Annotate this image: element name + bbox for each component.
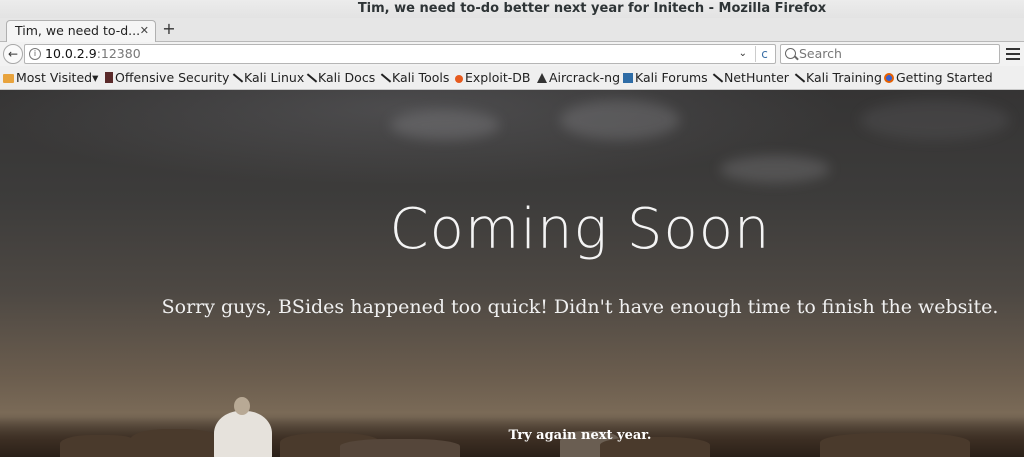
bookmark-kali-tools[interactable]: Kali Tools <box>380 66 449 90</box>
bookmark-label: Exploit-DB <box>465 70 531 85</box>
kali-dragon-icon <box>794 73 804 83</box>
bookmark-label: Kali Tools <box>392 70 450 85</box>
bookmark-exploit-db[interactable]: Exploit-DB <box>455 66 530 90</box>
page-subtext: Sorry guys, BSides happened too quick! D… <box>161 296 999 318</box>
forums-icon <box>623 73 633 83</box>
chevron-down-icon[interactable]: ⌄ <box>739 45 747 63</box>
kali-dragon-icon <box>380 73 390 83</box>
bookmark-label: Kali Training <box>806 70 882 85</box>
hamburger-menu-icon[interactable] <box>1006 48 1020 60</box>
background-cloud <box>560 100 680 140</box>
bookmark-kali-linux[interactable]: Kali Linux <box>232 66 304 90</box>
bookmark-aircrack-ng[interactable]: Aircrack-ng <box>537 66 620 90</box>
seated-figure-image <box>210 397 272 457</box>
bookmark-offensive-security[interactable]: Offensive Security <box>105 66 229 90</box>
exploit-db-icon <box>455 75 463 83</box>
background-cloud <box>860 100 1010 140</box>
bookmark-getting-started[interactable]: Getting Started <box>884 66 993 90</box>
page-footer-text: Try again next year. <box>508 428 652 443</box>
firefox-icon <box>884 73 894 83</box>
url-text[interactable]: 10.0.2.9:12380 <box>45 45 141 63</box>
bookmarks-toolbar: Most Visited▾ Offensive Security Kali Li… <box>0 66 1024 90</box>
background-cloud <box>720 155 830 183</box>
kali-dragon-icon <box>232 73 242 83</box>
offsec-icon <box>105 72 113 83</box>
search-icon <box>785 48 796 59</box>
aircrack-icon <box>537 73 547 83</box>
page-heading: Coming Soon <box>389 197 771 262</box>
close-tab-icon[interactable]: ✕ <box>140 21 149 41</box>
tab-label: Tim, we need to-d... <box>15 23 141 38</box>
bookmark-nethunter[interactable]: NetHunter <box>712 66 789 90</box>
bookmark-label: Aircrack-ng <box>549 70 621 85</box>
bookmark-label: Most Visited <box>16 70 93 85</box>
new-tab-button[interactable]: + <box>160 20 178 40</box>
url-host: 10.0.2.9 <box>45 46 97 61</box>
page-content: Coming Soon Sorry guys, BSides happened … <box>0 90 1024 457</box>
bookmark-label: Kali Docs <box>318 70 376 85</box>
tab-active[interactable]: Tim, we need to-d... ✕ <box>6 20 156 42</box>
search-placeholder: Search <box>799 46 842 61</box>
bookmark-label: Kali Linux <box>244 70 305 85</box>
bookmark-label: NetHunter <box>724 70 789 85</box>
back-button[interactable]: ← <box>3 44 23 64</box>
bookmark-kali-forums[interactable]: Kali Forums <box>623 66 708 90</box>
bookmark-label: Kali Forums <box>635 70 708 85</box>
bookmark-label: Offensive Security <box>115 70 230 85</box>
reload-icon[interactable]: c <box>755 46 773 62</box>
window-title: Tim, we need to-do better next year for … <box>0 0 1024 18</box>
tab-strip: Tim, we need to-d... ✕ + <box>0 18 1024 42</box>
info-icon[interactable]: i <box>29 48 41 60</box>
nav-bar: ← i 10.0.2.9:12380 ⌄ c Search <box>0 42 1024 66</box>
url-port: :12380 <box>96 46 141 61</box>
kali-dragon-icon <box>712 73 722 83</box>
bookmark-label: Getting Started <box>896 70 993 85</box>
bookmark-kali-docs[interactable]: Kali Docs <box>306 66 375 90</box>
bookmark-most-visited[interactable]: Most Visited▾ <box>3 66 98 90</box>
kali-dragon-icon <box>306 73 316 83</box>
bookmark-kali-training[interactable]: Kali Training <box>794 66 882 90</box>
background-cloud <box>390 110 500 140</box>
chevron-down-icon: ▾ <box>92 70 99 85</box>
url-bar[interactable]: i 10.0.2.9:12380 ⌄ c <box>24 44 776 64</box>
folder-icon <box>3 74 14 83</box>
figure-head <box>234 397 250 415</box>
search-input[interactable]: Search <box>780 44 1000 64</box>
